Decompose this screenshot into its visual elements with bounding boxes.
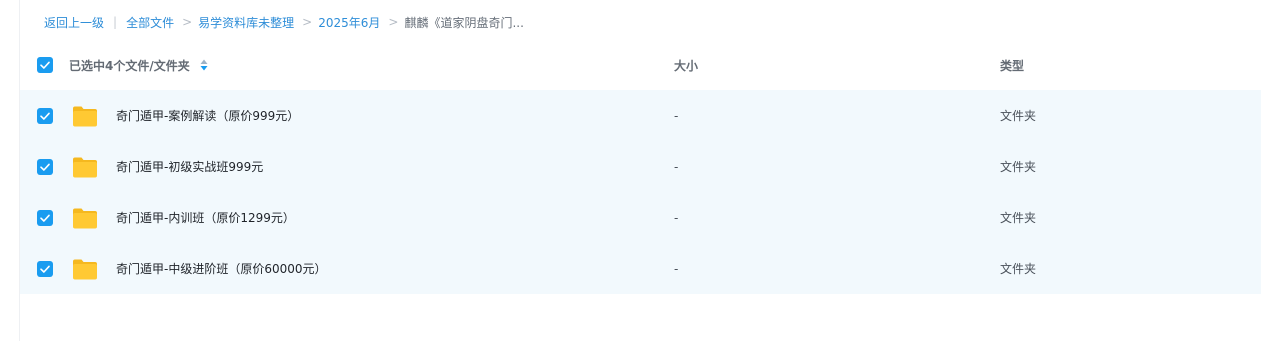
file-type: 文件夹 (1000, 262, 1037, 276)
folder-icon (73, 157, 97, 177)
chevron-right-icon: > (388, 15, 399, 29)
checkmark-icon (40, 214, 50, 222)
breadcrumb-current: 麒麟《道家阴盘奇门... (404, 15, 524, 30)
row-checkbox[interactable] (37, 158, 53, 175)
select-all-checkbox[interactable] (37, 57, 53, 73)
row-checkbox[interactable] (37, 107, 53, 124)
table-row[interactable]: 奇门遁甲-初级实战班999元 - 文件夹 (20, 141, 1261, 192)
file-name[interactable]: 奇门遁甲-初级实战班999元 (116, 158, 263, 175)
file-size: - (674, 210, 679, 225)
table-row[interactable]: 奇门遁甲-中级进阶班（原价60000元） - 文件夹 (20, 243, 1261, 294)
size-column-header[interactable]: 大小 (674, 57, 698, 74)
row-checkbox[interactable] (37, 209, 53, 226)
type-column-header[interactable]: 类型 (1000, 57, 1024, 74)
breadcrumb-item-month[interactable]: 2025年6月 (318, 14, 380, 31)
sort-updown-icon[interactable] (200, 59, 208, 71)
checkmark-icon (40, 61, 50, 69)
folder-icon (73, 259, 97, 279)
file-type: 文件夹 (1000, 211, 1037, 225)
checkmark-icon (40, 265, 50, 273)
chevron-right-icon: > (302, 15, 313, 29)
selection-count-label: 已选中4个文件/文件夹 (69, 58, 190, 73)
checkmark-icon (40, 112, 50, 120)
row-checkbox[interactable] (37, 260, 53, 277)
table-row[interactable]: 奇门遁甲-案例解读（原价999元） - 文件夹 (20, 90, 1261, 141)
file-size: - (674, 159, 679, 174)
file-name[interactable]: 奇门遁甲-中级进阶班（原价60000元） (116, 260, 327, 277)
file-name[interactable]: 奇门遁甲-内训班（原价1299元） (116, 209, 295, 226)
breadcrumb-item-all-files[interactable]: 全部文件 (126, 14, 174, 31)
file-size: - (674, 261, 679, 276)
name-column-header[interactable]: 已选中4个文件/文件夹 (69, 57, 208, 74)
file-size: - (674, 108, 679, 123)
folder-icon (73, 106, 97, 126)
file-type: 文件夹 (1000, 109, 1037, 123)
file-browser: 返回上一级 | 全部文件 > 易学资料库未整理 > 2025年6月 > 麒麟《道… (0, 0, 1261, 341)
chevron-right-icon: > (182, 15, 193, 29)
breadcrumb-item-library[interactable]: 易学资料库未整理 (198, 14, 294, 31)
breadcrumb-pipe: | (113, 15, 118, 29)
folder-icon (73, 208, 97, 228)
table-row[interactable]: 奇门遁甲-内训班（原价1299元） - 文件夹 (20, 192, 1261, 243)
file-name[interactable]: 奇门遁甲-案例解读（原价999元） (116, 107, 299, 124)
checkmark-icon (40, 163, 50, 171)
file-type: 文件夹 (1000, 160, 1037, 174)
back-link[interactable]: 返回上一级 (44, 14, 104, 31)
table-header: 已选中4个文件/文件夹 大小 类型 (20, 42, 1261, 88)
breadcrumb: 返回上一级 | 全部文件 > 易学资料库未整理 > 2025年6月 > 麒麟《道… (44, 12, 524, 32)
